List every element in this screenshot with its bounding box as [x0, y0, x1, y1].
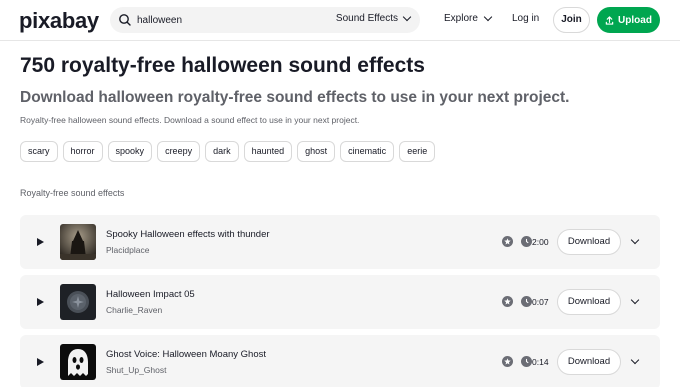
pixabay-logo[interactable]: pixabay	[19, 8, 99, 34]
explore-label: Explore	[444, 13, 478, 24]
page-description: Royalty-free halloween sound effects. Do…	[20, 115, 360, 125]
track-row[interactable]: Halloween Impact 05 Charlie_Raven 0:07 D…	[20, 275, 660, 329]
tag-chip[interactable]: creepy	[157, 141, 201, 162]
track-thumbnail	[60, 224, 96, 260]
login-link[interactable]: Log in	[512, 13, 539, 24]
top-header: pixabay Sound Effects Explore Log in Joi…	[0, 0, 680, 41]
clock-icon	[521, 236, 532, 247]
star-icon[interactable]	[502, 236, 513, 247]
track-row[interactable]: Ghost Voice: Halloween Moany Ghost Shut_…	[20, 335, 660, 387]
chevron-down-icon[interactable]	[630, 235, 640, 245]
track-thumbnail	[60, 344, 96, 380]
tag-chip[interactable]: scary	[20, 141, 58, 162]
track-author[interactable]: Charlie_Raven	[106, 305, 162, 315]
search-icon	[119, 14, 131, 26]
tag-chip[interactable]: spooky	[107, 141, 153, 162]
tag-chip[interactable]: haunted	[243, 141, 293, 162]
download-button[interactable]: Download	[557, 349, 621, 375]
tag-chip[interactable]: horror	[62, 141, 103, 162]
star-icon[interactable]	[502, 356, 513, 367]
tag-chip[interactable]: eerie	[399, 141, 436, 162]
tag-list: scary horror spooky creepy dark haunted …	[20, 141, 436, 162]
track-title[interactable]: Ghost Voice: Halloween Moany Ghost	[106, 349, 266, 360]
star-icon[interactable]	[502, 296, 513, 307]
chevron-down-icon[interactable]	[630, 295, 640, 305]
download-button[interactable]: Download	[557, 289, 621, 315]
track-title[interactable]: Spooky Halloween effects with thunder	[106, 229, 270, 240]
track-thumbnail	[60, 284, 96, 320]
upload-label: Upload	[618, 14, 652, 26]
track-title[interactable]: Halloween Impact 05	[106, 289, 195, 300]
search-input[interactable]	[137, 11, 317, 29]
upload-button[interactable]: Upload	[597, 7, 660, 33]
track-row[interactable]: Spooky Halloween effects with thunder Pl…	[20, 215, 660, 269]
play-icon[interactable]	[37, 358, 44, 366]
chevron-down-icon	[402, 12, 412, 22]
track-author[interactable]: Placidplace	[106, 245, 149, 255]
track-duration: 2:00	[532, 237, 549, 247]
search-bar[interactable]: Sound Effects	[110, 7, 420, 33]
page-subtitle: Download halloween royalty-free sound ef…	[20, 89, 570, 106]
download-button[interactable]: Download	[557, 229, 621, 255]
chevron-down-icon[interactable]	[630, 355, 640, 365]
track-author[interactable]: Shut_Up_Ghost	[106, 365, 166, 375]
section-label: Royalty-free sound effects	[20, 188, 125, 198]
explore-menu[interactable]: Explore	[444, 12, 493, 24]
page-title: 750 royalty-free halloween sound effects	[20, 54, 425, 77]
chevron-down-icon	[483, 12, 493, 22]
tag-chip[interactable]: dark	[205, 141, 239, 162]
play-icon[interactable]	[37, 238, 44, 246]
play-icon[interactable]	[37, 298, 44, 306]
tag-chip[interactable]: cinematic	[340, 141, 395, 162]
track-duration: 0:14	[532, 357, 549, 367]
clock-icon	[521, 296, 532, 307]
upload-icon	[605, 15, 614, 25]
search-type-dropdown[interactable]: Sound Effects	[335, 12, 412, 24]
join-button[interactable]: Join	[553, 7, 590, 33]
track-duration: 0:07	[532, 297, 549, 307]
search-type-label: Sound Effects	[335, 13, 398, 24]
tag-chip[interactable]: ghost	[297, 141, 336, 162]
clock-icon	[521, 356, 532, 367]
